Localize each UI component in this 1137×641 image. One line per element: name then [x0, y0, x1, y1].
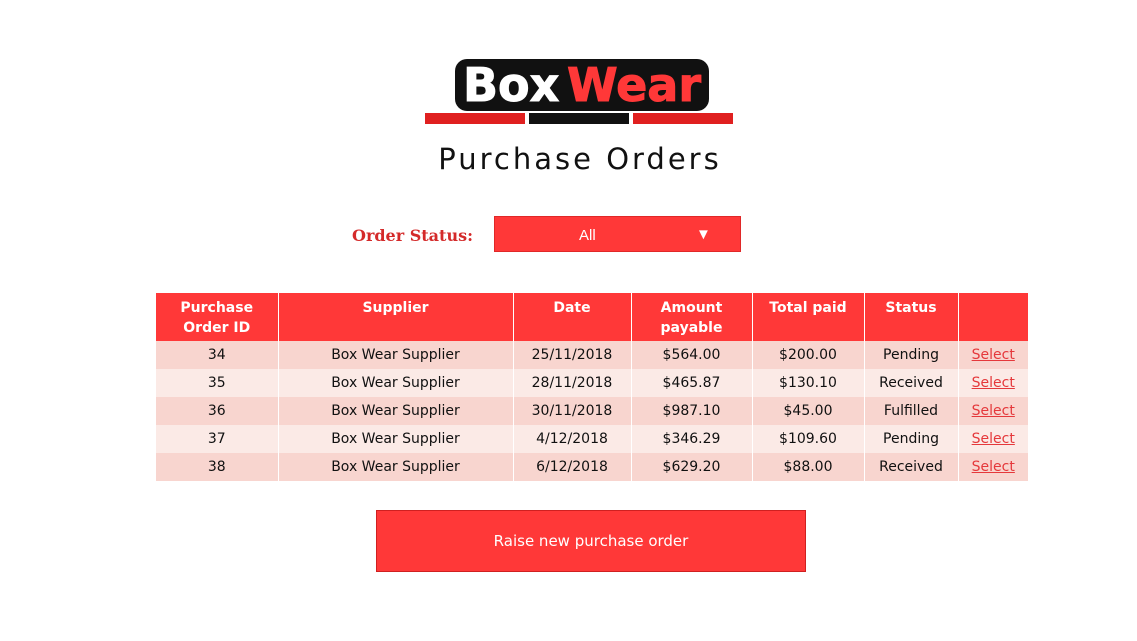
cell-total-paid: $130.10: [752, 369, 865, 397]
cell-date: 30/11/2018: [513, 397, 632, 425]
cell-date: 6/12/2018: [513, 453, 632, 481]
cell-total-paid: $88.00: [752, 453, 865, 481]
cell-action: Select: [958, 341, 1028, 369]
cell-order-id: 36: [156, 397, 279, 425]
cell-status: Received: [864, 453, 959, 481]
cell-date: 25/11/2018: [513, 341, 632, 369]
header-supplier: Supplier: [278, 293, 514, 341]
header-date: Date: [513, 293, 632, 341]
order-status-select[interactable]: All ▼: [494, 216, 741, 252]
order-status-label: Order Status:: [352, 226, 473, 245]
order-status-value: All: [579, 227, 596, 244]
header-total-paid: Total paid: [752, 293, 865, 341]
cell-action: Select: [958, 453, 1028, 481]
select-link[interactable]: Select: [972, 375, 1015, 391]
cell-order-id: 35: [156, 369, 279, 397]
select-link[interactable]: Select: [972, 431, 1015, 447]
header-status: Status: [864, 293, 959, 341]
svg-text:Box: Box: [463, 58, 559, 112]
select-link[interactable]: Select: [972, 347, 1015, 363]
cell-supplier: Box Wear Supplier: [278, 369, 514, 397]
raise-new-purchase-order-button[interactable]: Raise new purchase order: [376, 510, 806, 572]
cell-total-paid: $200.00: [752, 341, 865, 369]
table-row: 34 Box Wear Supplier 25/11/2018 $564.00 …: [156, 341, 1028, 369]
table-header-row: Purchase Order ID Supplier Date Amount p…: [156, 293, 1028, 341]
svg-text:Wear: Wear: [567, 58, 701, 112]
table-row: 37 Box Wear Supplier 4/12/2018 $346.29 $…: [156, 425, 1028, 453]
dropdown-arrow-icon: ▼: [696, 226, 711, 243]
table-row: 35 Box Wear Supplier 28/11/2018 $465.87 …: [156, 369, 1028, 397]
page-title: Purchase Orders: [438, 142, 722, 176]
cell-action: Select: [958, 397, 1028, 425]
cell-amount-payable: $987.10: [631, 397, 753, 425]
cell-status: Pending: [864, 425, 959, 453]
cell-order-id: 38: [156, 453, 279, 481]
cell-total-paid: $45.00: [752, 397, 865, 425]
header-amount-payable: Amount payable: [631, 293, 753, 341]
cell-supplier: Box Wear Supplier: [278, 397, 514, 425]
cell-status: Pending: [864, 341, 959, 369]
cell-status: Received: [864, 369, 959, 397]
cell-order-id: 34: [156, 341, 279, 369]
cell-amount-payable: $629.20: [631, 453, 753, 481]
table-row: 38 Box Wear Supplier 6/12/2018 $629.20 $…: [156, 453, 1028, 481]
cell-amount-payable: $346.29: [631, 425, 753, 453]
boxwear-logo: Box Wear: [423, 56, 735, 128]
cell-order-id: 37: [156, 425, 279, 453]
table-row: 36 Box Wear Supplier 30/11/2018 $987.10 …: [156, 397, 1028, 425]
cell-amount-payable: $465.87: [631, 369, 753, 397]
cell-action: Select: [958, 369, 1028, 397]
purchase-orders-table: Purchase Order ID Supplier Date Amount p…: [156, 293, 1028, 481]
cell-supplier: Box Wear Supplier: [278, 425, 514, 453]
cell-status: Fulfilled: [864, 397, 959, 425]
header-action: [958, 293, 1028, 341]
cell-action: Select: [958, 425, 1028, 453]
select-link[interactable]: Select: [972, 459, 1015, 475]
cell-date: 4/12/2018: [513, 425, 632, 453]
cell-total-paid: $109.60: [752, 425, 865, 453]
cell-date: 28/11/2018: [513, 369, 632, 397]
cell-supplier: Box Wear Supplier: [278, 453, 514, 481]
select-link[interactable]: Select: [972, 403, 1015, 419]
header-purchase-order-id: Purchase Order ID: [156, 293, 279, 341]
cell-amount-payable: $564.00: [631, 341, 753, 369]
cell-supplier: Box Wear Supplier: [278, 341, 514, 369]
